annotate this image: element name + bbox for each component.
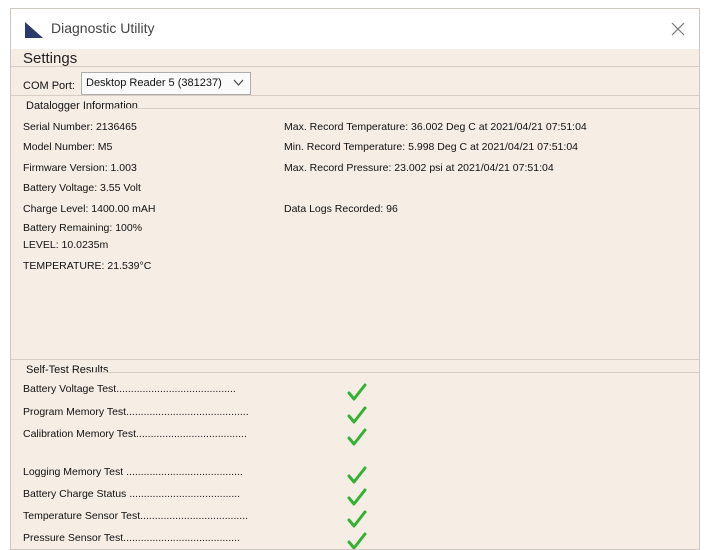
test-label: Battery Charge Status ..................… (23, 488, 241, 500)
divider (11, 95, 699, 96)
test-label: Pressure Sensor Test....................… (23, 532, 240, 544)
battery-remaining: Battery Remaining: 100% (23, 222, 143, 234)
serial-number: Serial Number: 2136465 (23, 121, 137, 133)
check-icon (347, 428, 367, 446)
data-logs-recorded: Data Logs Recorded: 96 (284, 203, 398, 215)
com-port-select[interactable]: Desktop Reader 5 (381237) (81, 72, 251, 95)
com-port-label: COM Port: (23, 80, 75, 92)
com-port-value: Desktop Reader 5 (381237) (86, 77, 222, 89)
divider (11, 359, 699, 360)
app-icon (25, 22, 43, 38)
battery-voltage: Battery Voltage: 3.55 Volt (23, 182, 141, 194)
max-record-pressure: Max. Record Pressure: 23.002 psi at 2021… (284, 162, 554, 174)
check-icon (347, 383, 367, 401)
test-label: Logging Memory Test ....................… (23, 466, 243, 478)
test-label: Calibration Memory Test.................… (23, 428, 247, 440)
min-record-temperature: Min. Record Temperature: 5.998 Deg C at … (284, 141, 578, 153)
model-number: Model Number: M5 (23, 141, 113, 153)
test-label: Battery Voltage Test....................… (23, 383, 236, 395)
close-button[interactable] (661, 13, 695, 45)
firmware-version: Firmware Version: 1.003 (23, 162, 137, 174)
test-label: Program Memory Test.....................… (23, 406, 249, 418)
max-record-temperature: Max. Record Temperature: 36.002 Deg C at… (284, 121, 587, 133)
check-icon (347, 406, 367, 424)
chevron-down-icon (233, 79, 244, 86)
datalogger-info-title: Datalogger Information (26, 100, 138, 112)
group-rule (88, 372, 699, 373)
test-label: Temperature Sensor Test.................… (23, 510, 249, 522)
temperature-reading: TEMPERATURE: 21.539°C (23, 260, 152, 272)
diagnostic-utility-window: Diagnostic Utility Settings COM Port: De… (10, 8, 700, 550)
check-icon (347, 466, 367, 484)
check-icon (347, 510, 367, 528)
self-test-title: Self-Test Results (26, 364, 109, 376)
check-icon (347, 532, 367, 549)
settings-heading: Settings (23, 50, 78, 67)
window-title: Diagnostic Utility (51, 20, 155, 36)
check-icon (347, 488, 367, 506)
title-bar: Diagnostic Utility (11, 9, 699, 49)
divider (11, 66, 699, 67)
close-icon (671, 22, 685, 36)
group-rule (113, 108, 699, 109)
charge-level: Charge Level: 1400.00 mAH (23, 203, 156, 215)
level-reading: LEVEL: 10.0235m (23, 239, 109, 251)
